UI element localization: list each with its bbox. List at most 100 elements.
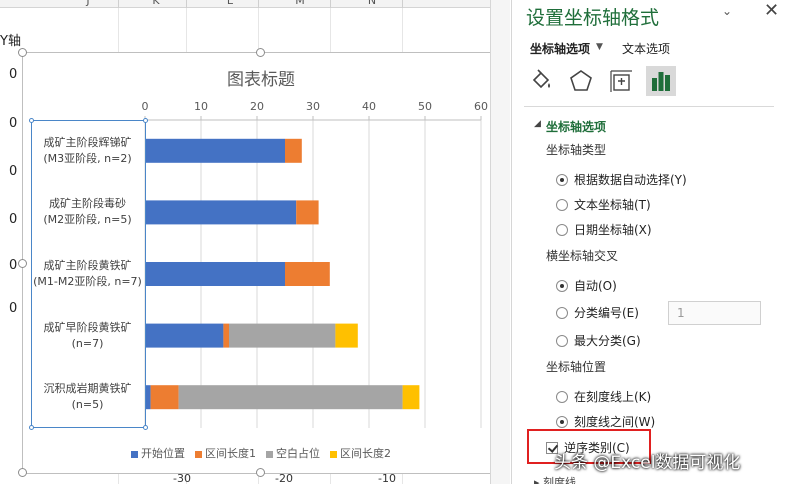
chart-object[interactable]: 图表标题 0 10 20 30 40 50 60 成矿主阶段辉锑矿 (M3亚阶段, n=2) 成… [18, 48, 502, 477]
radio-auto-select[interactable]: 根据数据自动选择(Y) [556, 171, 687, 189]
worksheet-area[interactable]: J K L M N Y轴 0 0 0 0 0 0 图表标题 0 10 20 30 40 5… [0, 0, 510, 484]
radio-button[interactable] [556, 334, 568, 347]
resize-handle[interactable] [29, 118, 34, 123]
legend-label: 开始位置 [141, 447, 185, 460]
x-tick-label: 60 [474, 100, 488, 113]
section-label: 刻度线 [543, 476, 577, 484]
radio-button[interactable] [556, 223, 568, 236]
chevron-down-icon[interactable]: ⌄ [722, 4, 732, 18]
column-separator [118, 0, 119, 8]
radio-button[interactable] [556, 415, 568, 428]
vertical-scrollbar[interactable] [490, 0, 510, 484]
radio-label: 日期坐标轴(X) [574, 223, 652, 237]
tab-axis-options[interactable]: 坐标轴选项 [530, 40, 590, 57]
bar-chart-icon[interactable] [646, 66, 676, 96]
y-axis-cell[interactable]: Y轴 [0, 30, 21, 49]
radio-date-axis[interactable]: 日期坐标轴(X) [556, 221, 652, 239]
radio-button[interactable] [556, 198, 568, 211]
axis-type-label: 坐标轴类型 [546, 143, 607, 157]
bar-segment [145, 200, 297, 225]
radio-button[interactable] [556, 306, 568, 319]
resize-handle[interactable] [256, 48, 265, 57]
radio-label: 分类编号(E) [574, 306, 639, 320]
category-number-input[interactable]: 1 [668, 301, 761, 325]
category-label-line: 成矿主阶段毒砂 [49, 197, 126, 211]
x-tick-label: 50 [418, 100, 432, 113]
legend-swatch [195, 450, 202, 458]
bar-segment [223, 323, 229, 348]
radio-button[interactable] [556, 390, 568, 403]
category-label-line: 成矿主阶段黄铁矿 [43, 259, 132, 272]
bar-segment [296, 200, 319, 225]
bar-segment [145, 138, 285, 163]
radio-label: 在刻度线上(K) [574, 390, 652, 404]
size-properties-icon[interactable] [606, 66, 636, 96]
column-separator [258, 0, 259, 8]
tick-label: -20 [275, 472, 293, 484]
caret-down-icon[interactable]: ▼ [596, 42, 603, 52]
close-icon[interactable]: ✕ [764, 0, 779, 21]
x-tick-label: 0 [142, 100, 149, 113]
section-tick-marks[interactable]: ▸ 刻度线 [534, 474, 576, 484]
legend-item[interactable]: 开始位置 [131, 445, 185, 461]
legend-swatch [131, 450, 138, 458]
paint-bucket-icon[interactable] [526, 66, 556, 96]
legend[interactable]: 开始位置 区间长度1 空白占位 区间长度2 [23, 445, 499, 461]
category-label-line: (M3亚阶段, n=2) [43, 151, 132, 165]
legend-label: 区间长度2 [340, 447, 391, 460]
legend-item[interactable]: 区间长度1 [195, 445, 256, 461]
legend-item[interactable]: 空白占位 [266, 445, 320, 461]
radio-category-number[interactable]: 分类编号(E) [556, 304, 639, 322]
category-label-line: 成矿主阶段辉锑矿 [43, 135, 132, 149]
tab-text-options[interactable]: 文本选项 [622, 40, 670, 57]
resize-handle[interactable] [18, 259, 27, 268]
column-header-m[interactable]: M [272, 0, 328, 7]
radio-label: 刻度线之间(W) [574, 415, 656, 429]
column-header-k[interactable]: K [128, 0, 184, 7]
legend-item[interactable]: 区间长度2 [330, 445, 391, 461]
pane-divider [524, 106, 774, 107]
radio-label: 根据数据自动选择(Y) [574, 173, 687, 187]
resize-handle[interactable] [143, 425, 148, 430]
section-axis-options[interactable]: 坐标轴选项 [546, 118, 606, 135]
crosses-label: 横坐标轴交叉 [546, 249, 619, 263]
pane-title: 设置坐标轴格式 [526, 7, 660, 29]
resize-handle[interactable] [143, 118, 148, 123]
category-label: 成矿主阶段辉锑矿 (M3亚阶段, n=2) [31, 135, 144, 167]
column-separator [402, 0, 403, 8]
caret-down-icon[interactable]: ◢ [534, 119, 541, 129]
bar-segment [335, 323, 358, 348]
bar-segment [145, 262, 285, 286]
radio-button[interactable] [556, 279, 568, 292]
pentagon-icon[interactable] [566, 66, 596, 96]
radio-max-category[interactable]: 最大分类(G) [556, 332, 641, 350]
radio-crosses-auto[interactable]: 自动(O) [556, 277, 617, 295]
category-label: 沉积成岩期黄铁矿 (n=5) [31, 381, 144, 413]
bar-segment [285, 262, 330, 286]
radio-button[interactable] [556, 173, 568, 186]
category-label: 成矿主阶段毒砂 (M2亚阶段, n=5) [31, 196, 144, 228]
bar-segment [229, 323, 336, 348]
category-label-line: (M2亚阶段, n=5) [43, 213, 132, 227]
cell-value[interactable]: 0 [9, 164, 17, 179]
resize-handle[interactable] [29, 425, 34, 430]
radio-label: 文本坐标轴(T) [574, 198, 651, 212]
format-axis-pane: 设置坐标轴格式 ⌄ ✕ 坐标轴选项 ▼ 文本选项 ◢ 坐标轴选项 坐标轴类型 根… [511, 0, 790, 484]
cell-value[interactable]: 0 [9, 67, 17, 82]
background-axis-ticks: -30 -20 -10 [0, 472, 490, 484]
bar-segment [402, 385, 420, 410]
cell-value[interactable]: 0 [9, 301, 17, 316]
cell-value[interactable]: 0 [9, 116, 17, 131]
x-tick-label: 10 [194, 100, 208, 113]
category-label-line: (M1-M2亚阶段, n=7) [33, 275, 142, 288]
cell-value[interactable]: 0 [9, 212, 17, 227]
cell-value[interactable]: 0 [9, 258, 17, 273]
column-header-n[interactable]: N [344, 0, 400, 7]
x-tick-label: 20 [250, 100, 264, 113]
resize-handle[interactable] [18, 48, 27, 57]
column-header-l[interactable]: L [202, 0, 258, 7]
radio-on-tick-marks[interactable]: 在刻度线上(K) [556, 388, 651, 406]
radio-text-axis[interactable]: 文本坐标轴(T) [556, 196, 651, 214]
watermark: 头条 @Excel数据可视化 [554, 453, 741, 473]
column-header-j[interactable]: J [60, 0, 116, 7]
